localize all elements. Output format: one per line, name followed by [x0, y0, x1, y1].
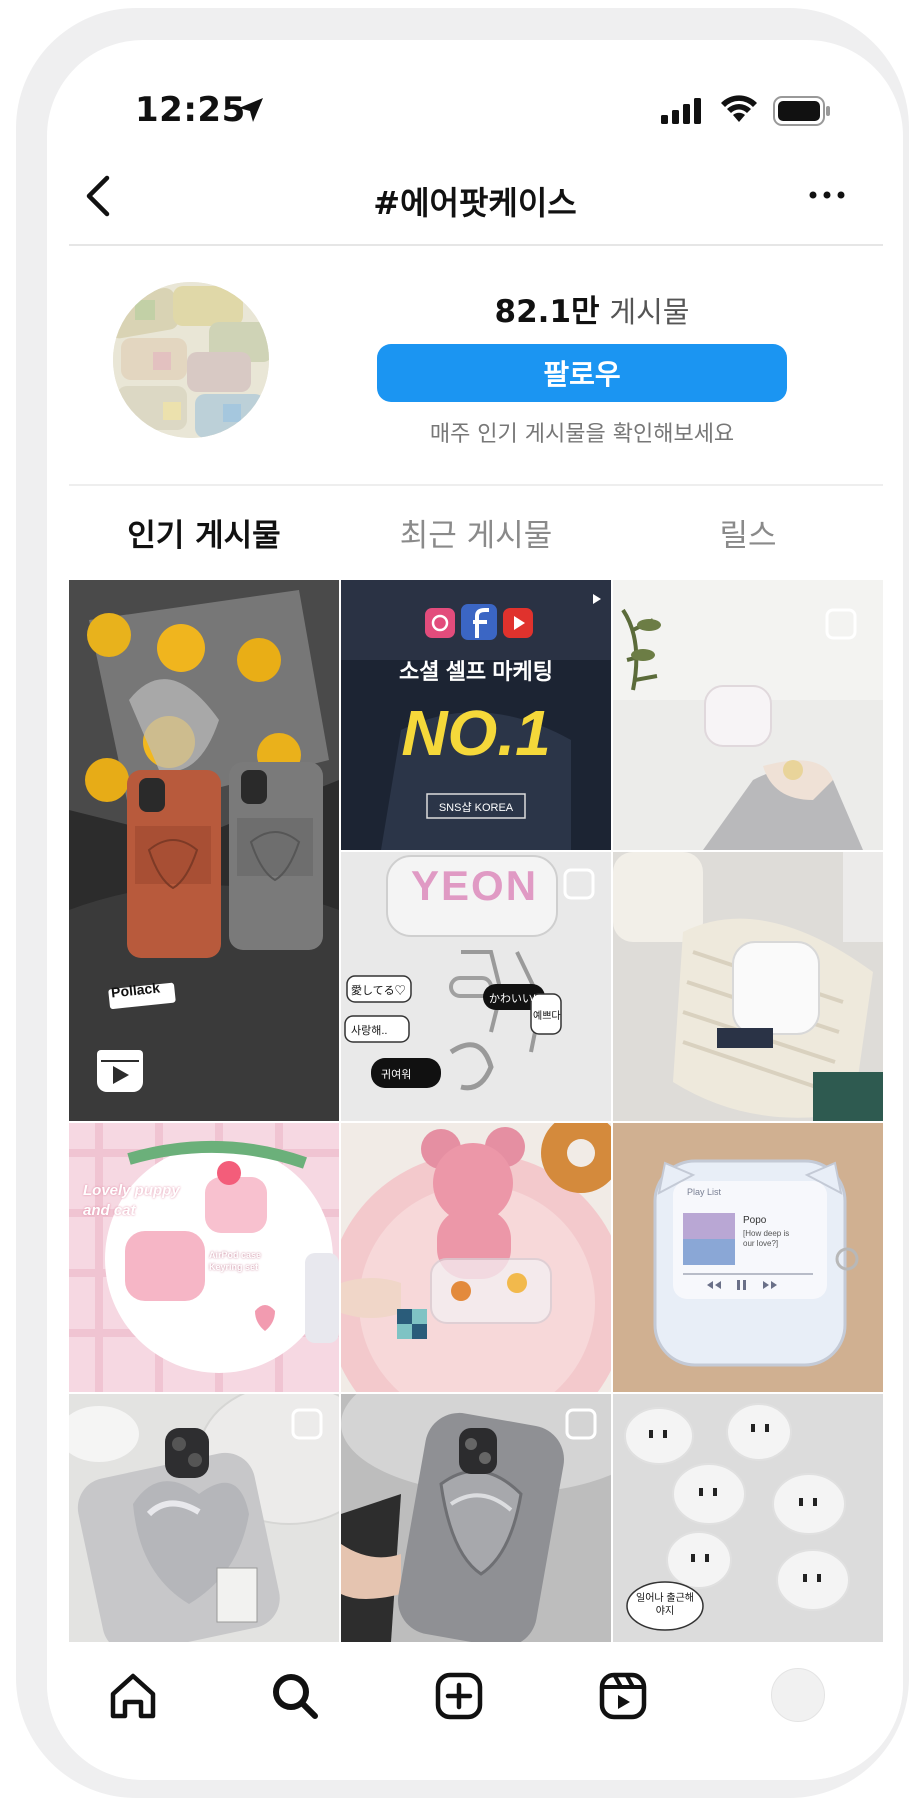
page-title: #에어팟케이스 [373, 184, 577, 222]
song-lyric: [How deep is our love?] [743, 1229, 790, 1248]
create-post-icon[interactable] [431, 1668, 487, 1724]
post-keyring-case[interactable]: YEON 愛してる♡ 사랑해.. かわいい! 귀여워 예쁘다 [341, 852, 611, 1121]
post-grid: Pollack 소셜 셀프 마케팅 NO.1 SNS샵 KOREA YEON 愛… [69, 580, 883, 1642]
post-airpods-hand[interactable] [613, 580, 883, 850]
keyring-tag: 예쁘다 [533, 1011, 561, 1022]
keyring-tag: かわいい! [489, 993, 537, 1005]
status-bar: 12:25 [47, 40, 903, 130]
profile-avatar[interactable] [771, 1668, 825, 1722]
profile-divider [69, 484, 883, 486]
post-music-player-case[interactable]: Play List Popo [How deep is our love?] [613, 1123, 883, 1392]
song-title: Popo [743, 1215, 767, 1226]
post-teddy-bear-case[interactable] [341, 1123, 611, 1392]
ad-badge: SNS샵 KOREA [438, 802, 514, 814]
phone-screen: 12:25 #에어팟케이스 82.1만 게시물 팔로우 매주 인기 게시물을 확… [47, 40, 903, 1780]
search-icon[interactable] [267, 1668, 323, 1724]
status-time: 12:25 [135, 90, 246, 130]
battery-icon [773, 96, 830, 126]
header-divider [69, 244, 883, 246]
posts-count: 82.1만 게시물 [382, 286, 802, 331]
tab-reels[interactable]: 릴스 [613, 510, 883, 555]
wifi-icon [721, 95, 757, 122]
reel-post-phone-cases[interactable]: Pollack [69, 580, 339, 1121]
posts-label: 게시물 [609, 295, 690, 329]
post-puppy-cat-case[interactable]: Lovely puppy and cat AirPod case Keyring… [69, 1123, 339, 1392]
post-silver-heart-case[interactable] [69, 1394, 339, 1642]
more-options-icon[interactable] [803, 180, 851, 210]
tile-subtitle: AirPod case Keyring set [209, 1250, 262, 1272]
post-fluffy-ghost-keyrings[interactable]: 일어나 출근해야지 [613, 1394, 883, 1642]
ad-post-social-marketing[interactable]: 소셜 셀프 마케팅 NO.1 SNS샵 KOREA [341, 580, 611, 850]
case-name-yeon: YEON [411, 862, 539, 909]
follow-button[interactable]: 팔로우 [377, 344, 787, 402]
hashtag-avatar [113, 282, 269, 438]
home-icon[interactable] [105, 1668, 161, 1724]
tile-title: Lovely puppy and cat [83, 1182, 180, 1219]
top-nav: #에어팟케이스 [47, 170, 903, 245]
playlist-header: Play List [687, 1187, 722, 1197]
location-arrow-icon [239, 98, 263, 122]
helper-text: 매주 인기 게시물을 확인해보세요 [429, 422, 735, 447]
reels-icon[interactable] [595, 1668, 651, 1724]
keyring-tag: 愛してる♡ [351, 985, 406, 997]
speech-bubble-text: 일어나 출근해야지 [636, 1593, 694, 1617]
tab-top-posts[interactable]: 인기 게시물 [69, 510, 339, 555]
tab-recent-posts[interactable]: 최근 게시물 [341, 510, 611, 555]
posts-number: 82.1만 [494, 294, 600, 330]
keyring-tag: 귀여워 [381, 1069, 412, 1081]
keyring-tag: 사랑해.. [351, 1025, 388, 1037]
ad-headline: NO.1 [401, 697, 551, 769]
bottom-tab-bar [47, 1646, 903, 1780]
ad-title: 소셜 셀프 마케팅 [399, 659, 553, 684]
post-chrome-heart-case[interactable] [341, 1394, 611, 1642]
content-tabs: 인기 게시물 최근 게시물 릴스 [69, 502, 883, 562]
post-quilted-pouch[interactable] [613, 852, 883, 1121]
cellular-signal-icon [661, 98, 701, 124]
